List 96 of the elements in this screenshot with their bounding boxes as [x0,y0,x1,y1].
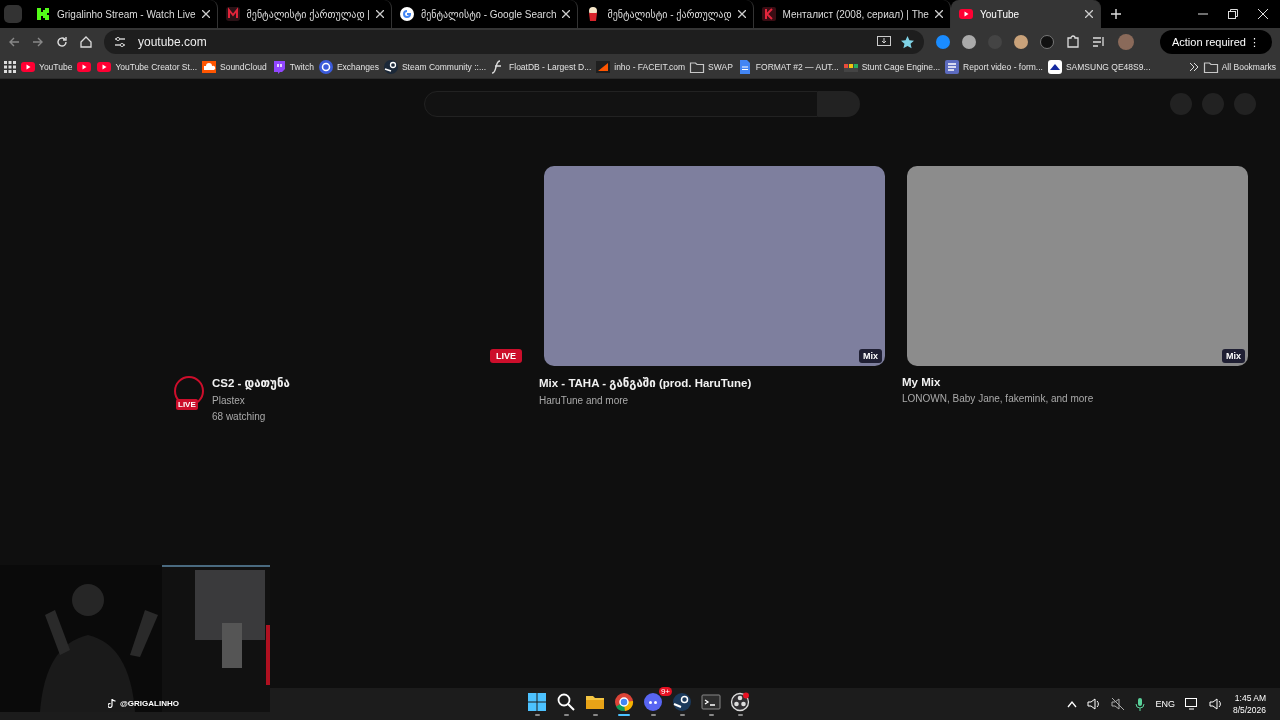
bookmark-link[interactable]: YouTube [20,59,73,75]
tab-title: მენტალისტი - ქართულად [607,8,732,20]
bookmark-icon [382,59,399,75]
bookmark-icon [317,59,334,75]
bookmark-icon [595,59,612,75]
streamer-handle: @GRIGALINHO [120,699,179,708]
notification-badge: 9+ [658,687,672,696]
tab-title: მენტალისტი ქართულად | [246,8,370,20]
tab-title: Менталист (2008, сериал) | The [782,8,929,20]
bookmark-icon [201,59,217,75]
bookmark-icon [944,59,961,75]
address-field[interactable]: youtube.com [136,34,867,50]
clock-time[interactable]: 1:45 AM [1234,693,1266,703]
tab-favicon-icon [957,6,974,22]
apps-icon[interactable] [4,61,16,73]
thumbnail[interactable]: Mix [907,166,1248,366]
music-note-icon [108,699,116,708]
obs-icon[interactable] [730,692,750,712]
bookmark-link[interactable]: Twitch [270,59,314,75]
microphone-icon[interactable] [1135,697,1146,711]
channel-name[interactable]: HaruTune and more [539,395,752,406]
bookmark-link[interactable]: SAMSUNG QE48S9... [1046,59,1151,75]
browser-tab[interactable]: YouTube [950,0,1101,28]
action-required-button[interactable]: Action required ⋮ [1159,30,1272,54]
tab-favicon-icon [398,6,415,22]
bookmark-link[interactable]: SoundCloud [201,59,267,75]
close-icon[interactable] [562,10,571,18]
extension-icon[interactable] [1040,35,1054,49]
bookmark-icon [76,59,93,75]
chevron-icon[interactable] [1188,62,1199,72]
bookmark-link[interactable]: inho - FACEIT.com [595,59,686,75]
tab-title: YouTube [979,8,1021,20]
bookmark-link[interactable]: Report video - form... [944,59,1043,75]
site-settings-icon[interactable] [114,36,126,48]
start-icon[interactable] [527,692,547,712]
forward-icon[interactable] [32,36,44,48]
discord-icon[interactable] [643,692,663,712]
tab-favicon-icon [224,6,241,22]
new-tab-icon[interactable] [1110,9,1121,19]
speaker-icon[interactable] [1087,698,1102,710]
bookmark-icon [1046,59,1063,75]
channel-name[interactable]: Plastex [212,395,290,406]
avatar-icon[interactable] [1118,34,1134,50]
live-badge: LIVE [490,349,522,363]
mix-badge: Mix [859,349,882,363]
language-indicator[interactable]: ENG [1155,699,1175,709]
address-bar[interactable]: youtube.com [104,30,924,54]
bookmark-link[interactable]: Stunt Cage Engine... [842,59,941,75]
bookmark-link[interactable]: FloatDB - Largest D... [490,59,592,75]
bookmark-icon [20,59,36,75]
install-icon[interactable] [877,36,891,48]
close-icon[interactable] [375,10,384,18]
puzzle-icon[interactable] [1066,35,1080,49]
all-bookmarks-link[interactable]: All Bookmarks [1202,59,1276,75]
close-icon[interactable] [934,10,943,18]
extension-icon[interactable] [1014,35,1028,49]
home-icon[interactable] [80,36,92,48]
close-icon[interactable] [1258,9,1268,19]
live-badge: LIVE [176,399,198,410]
extension-icon[interactable] [936,35,950,49]
video-title[interactable]: My Mix [902,376,1094,388]
reload-icon[interactable] [56,36,68,48]
media-icon[interactable] [1092,35,1106,49]
viewer-count: 68 watching [212,411,267,422]
clock-date[interactable]: 8/5/2026 [1232,705,1266,715]
restore-icon[interactable] [1228,9,1238,19]
chevron-up-icon[interactable] [1067,700,1078,708]
tab-favicon-icon [35,6,51,22]
video-title[interactable]: CS2 - დათუნა [212,376,290,390]
bookmark-icon [689,59,706,75]
mix-badge: Mix [1222,349,1245,363]
tab-title: Grigalinho Stream - Watch Live [57,8,196,20]
bookmark-link[interactable]: Steam Community ::... [382,59,487,75]
thumbnail[interactable]: Mix [544,166,885,366]
mute-icon[interactable] [1111,698,1126,710]
back-icon[interactable] [8,36,20,48]
bookmark-icon [96,59,113,75]
bookmark-link[interactable]: YouTube Creator St... [96,59,197,75]
chrome-icon[interactable] [614,692,634,712]
tab-title: მენტალისტი - Google Search [420,8,557,20]
search-icon[interactable] [556,692,576,712]
bookmark-link[interactable]: Exchanges [317,59,379,75]
star-icon[interactable] [901,35,914,49]
terminal-icon[interactable] [701,692,721,712]
close-icon[interactable] [737,10,746,18]
bookmark-link[interactable]: SWAP [689,59,733,75]
steam-icon[interactable] [672,692,692,712]
network-icon[interactable] [1184,698,1199,710]
speaker-icon[interactable] [1208,698,1223,710]
folder-icon [1202,59,1219,75]
close-icon[interactable] [1084,10,1093,18]
tab-favicon-icon [760,6,777,22]
video-title[interactable]: Mix - TAHA - განგაში (prod. HaruTune) [539,376,752,390]
close-icon[interactable] [201,10,210,18]
channel-name[interactable]: LONOWN, Baby Jane, fakemink, and more [902,393,1094,404]
bookmark-link[interactable]: FORMAT #2 — AUT... [736,59,839,75]
